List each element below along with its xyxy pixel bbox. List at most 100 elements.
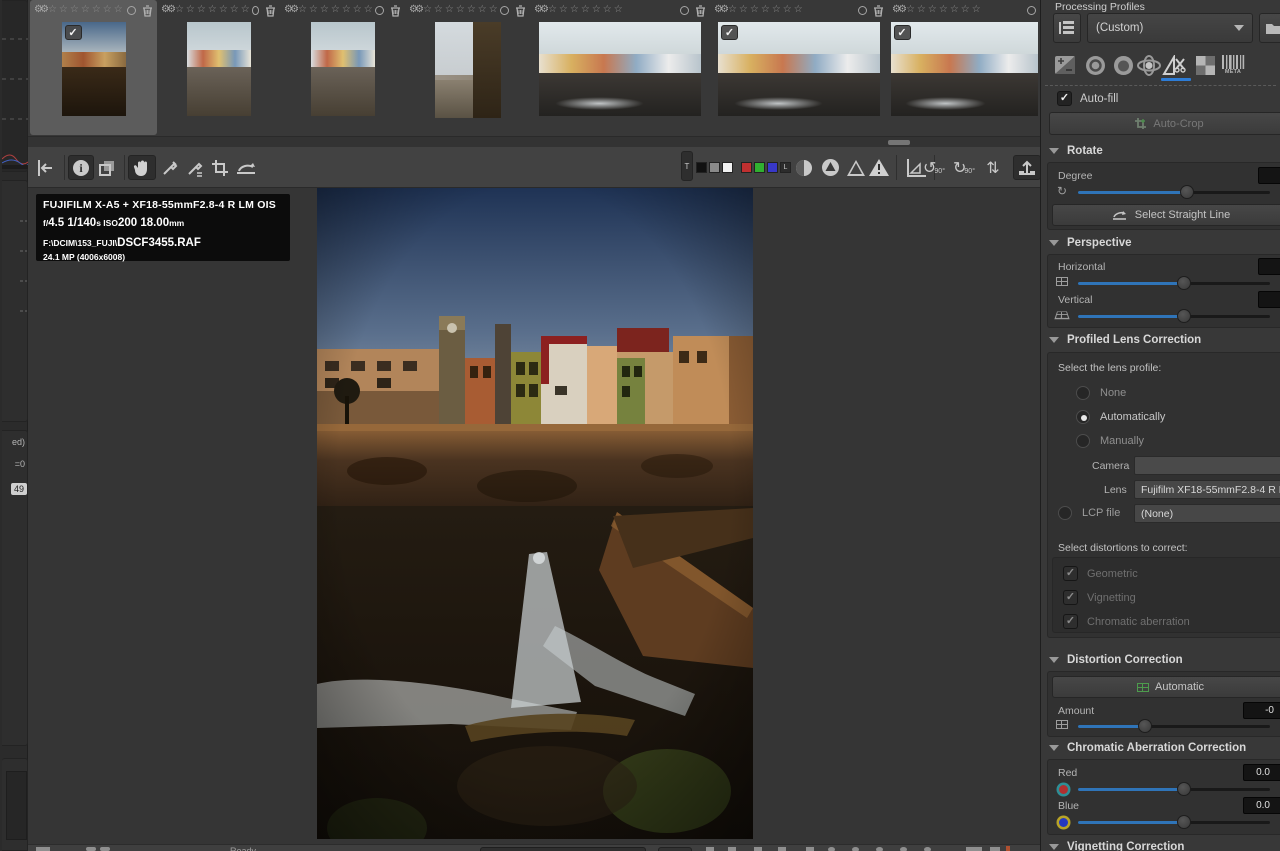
lcp-file-field[interactable]: (None): [1134, 504, 1280, 523]
color-label-circle-icon[interactable]: [858, 6, 867, 15]
sharpening-mask-icon[interactable]: [791, 155, 817, 180]
statusbar-monitor-icon[interactable]: [966, 847, 982, 851]
thumbnail-image[interactable]: [539, 22, 701, 116]
rating-star-icon[interactable]: ☆: [331, 5, 340, 15]
statusbar-nav-icon[interactable]: [728, 847, 736, 851]
rating-star-icon[interactable]: ☆: [906, 5, 915, 15]
select-straight-line-button[interactable]: Select Straight Line: [1052, 204, 1280, 226]
highlight-clipping-icon[interactable]: [866, 155, 892, 180]
trash-icon[interactable]: [265, 4, 276, 16]
tab-color[interactable]: [1111, 52, 1135, 78]
preview-bg-black-button[interactable]: [696, 162, 707, 173]
radio-manually[interactable]: [1076, 434, 1090, 448]
rating-star-icon[interactable]: ☆: [230, 5, 239, 15]
profile-list-icon[interactable]: [1053, 13, 1081, 43]
statusbar-zoom-icon[interactable]: [924, 847, 931, 851]
thumbnail-image[interactable]: [435, 22, 501, 118]
rating-star-icon[interactable]: ☆: [70, 5, 79, 15]
section-lens-correction-header[interactable]: Profiled Lens Correction: [1049, 334, 1201, 346]
filmstrip-thumbnail-7[interactable]: ⚙⚙☆☆☆☆☆☆☆✓: [888, 0, 1040, 135]
camera-field[interactable]: [1134, 456, 1280, 475]
color-label-circle-icon[interactable]: [375, 6, 384, 15]
straighten-tool-icon[interactable]: [233, 155, 259, 180]
show-top-panel-icon[interactable]: [1013, 155, 1041, 180]
horizontal-slider-handle[interactable]: [1177, 276, 1191, 290]
section-distortion-header[interactable]: Distortion Correction: [1049, 654, 1183, 666]
rating-star-icon[interactable]: ☆: [928, 5, 937, 15]
rating-star-icon[interactable]: ☆: [603, 5, 612, 15]
tab-advanced[interactable]: [1137, 52, 1161, 78]
profile-load-folder-icon[interactable]: [1259, 13, 1280, 43]
section-perspective-header[interactable]: Perspective: [1049, 237, 1132, 249]
rating-star-icon[interactable]: ☆: [364, 5, 373, 15]
rating-star-icon[interactable]: ☆: [467, 5, 476, 15]
statusbar-button[interactable]: [658, 847, 692, 851]
focus-mask-icon[interactable]: [817, 155, 843, 180]
rating-star-icon[interactable]: ☆: [114, 5, 123, 15]
trash-icon[interactable]: [695, 4, 706, 16]
statusbar-nav-icon[interactable]: [754, 847, 762, 851]
filmstrip-scrollbar-handle[interactable]: [888, 140, 910, 145]
filmstrip-thumbnail-3[interactable]: ⚙⚙☆☆☆☆☆☆☆: [280, 0, 405, 135]
trash-icon[interactable]: [873, 4, 884, 16]
filmstrip-thumbnail-1[interactable]: ⚙⚙☆☆☆☆☆☆☆✓: [30, 0, 157, 135]
vignetting-checkbox[interactable]: ✓: [1063, 590, 1078, 605]
auto-crop-button[interactable]: Auto-Crop: [1049, 112, 1280, 135]
rating-star-icon[interactable]: ☆: [794, 5, 803, 15]
amount-slider[interactable]: [1078, 719, 1270, 733]
rating-star-icon[interactable]: ☆: [208, 5, 217, 15]
rating-star-icon[interactable]: ☆: [559, 5, 568, 15]
rating-star-icon[interactable]: ☆: [783, 5, 792, 15]
statusbar-nav-icon[interactable]: [778, 847, 786, 851]
rating-star-icon[interactable]: ☆: [320, 5, 329, 15]
ca-blue-slider[interactable]: [1078, 815, 1270, 829]
rating-star-icon[interactable]: ☆: [186, 5, 195, 15]
color-picker-icon[interactable]: [183, 155, 207, 180]
rating-star-icon[interactable]: ☆: [961, 5, 970, 15]
auto-fill-row[interactable]: ✓ Auto-fill: [1057, 91, 1118, 106]
info-icon[interactable]: i: [68, 155, 94, 180]
thumbnail-image[interactable]: ✓: [718, 22, 880, 116]
rating-star-icon[interactable]: ☆: [939, 5, 948, 15]
color-label-circle-icon[interactable]: [127, 6, 136, 15]
statusbar-icon[interactable]: [86, 847, 96, 851]
rating-star-icon[interactable]: ☆: [81, 5, 90, 15]
lens-profile-manual-option[interactable]: Manually: [1076, 434, 1144, 448]
rating-star-icon[interactable]: ☆: [197, 5, 206, 15]
thumbnail-image[interactable]: ✓: [891, 22, 1038, 116]
collapse-left-panel-icon[interactable]: [33, 155, 59, 180]
rotate-left-icon[interactable]: ↺90°: [919, 155, 949, 180]
rating-star-icon[interactable]: ☆: [353, 5, 362, 15]
degree-slider[interactable]: [1078, 185, 1270, 199]
statusbar-nav-icon[interactable]: [706, 847, 714, 851]
color-label-circle-icon[interactable]: [252, 6, 259, 15]
section-ca-header[interactable]: Chromatic Aberration Correction: [1049, 742, 1246, 754]
rating-star-icon[interactable]: ☆: [456, 5, 465, 15]
rating-star-icon[interactable]: ☆: [445, 5, 454, 15]
color-label-circle-icon[interactable]: [680, 6, 689, 15]
rating-star-icon[interactable]: ☆: [434, 5, 443, 15]
distortion-automatic-button[interactable]: Automatic: [1052, 676, 1280, 698]
rating-star-icon[interactable]: ☆: [219, 5, 228, 15]
profile-dropdown[interactable]: (Custom): [1087, 13, 1253, 43]
filmstrip-thumbnail-4[interactable]: ⚙⚙☆☆☆☆☆☆☆: [405, 0, 530, 135]
ca-red-value[interactable]: 0.0: [1243, 764, 1280, 781]
ca-red-slider-handle[interactable]: [1177, 782, 1191, 796]
rating-star-icon[interactable]: ☆: [241, 5, 250, 15]
background-color-toggle[interactable]: T: [681, 151, 693, 181]
statusbar-icon[interactable]: [100, 847, 110, 851]
filmstrip-thumbnail-6[interactable]: ⚙⚙☆☆☆☆☆☆☆✓: [710, 0, 888, 135]
radio-none[interactable]: [1076, 386, 1090, 400]
rating-star-icon[interactable]: ☆: [761, 5, 770, 15]
vertical-value[interactable]: [1258, 291, 1280, 308]
preview-bg-white-button[interactable]: [722, 162, 733, 173]
rating-star-icon[interactable]: ☆: [309, 5, 318, 15]
statusbar-zoom-icon[interactable]: [828, 847, 835, 851]
rating-star-icon[interactable]: ☆: [728, 5, 737, 15]
ca-blue-slider-handle[interactable]: [1177, 815, 1191, 829]
statusbar-field[interactable]: [480, 847, 646, 851]
horizontal-value[interactable]: [1258, 258, 1280, 275]
vertical-slider-handle[interactable]: [1177, 309, 1191, 323]
preview-bg-gray-button[interactable]: [709, 162, 720, 173]
trash-icon[interactable]: [142, 4, 153, 16]
